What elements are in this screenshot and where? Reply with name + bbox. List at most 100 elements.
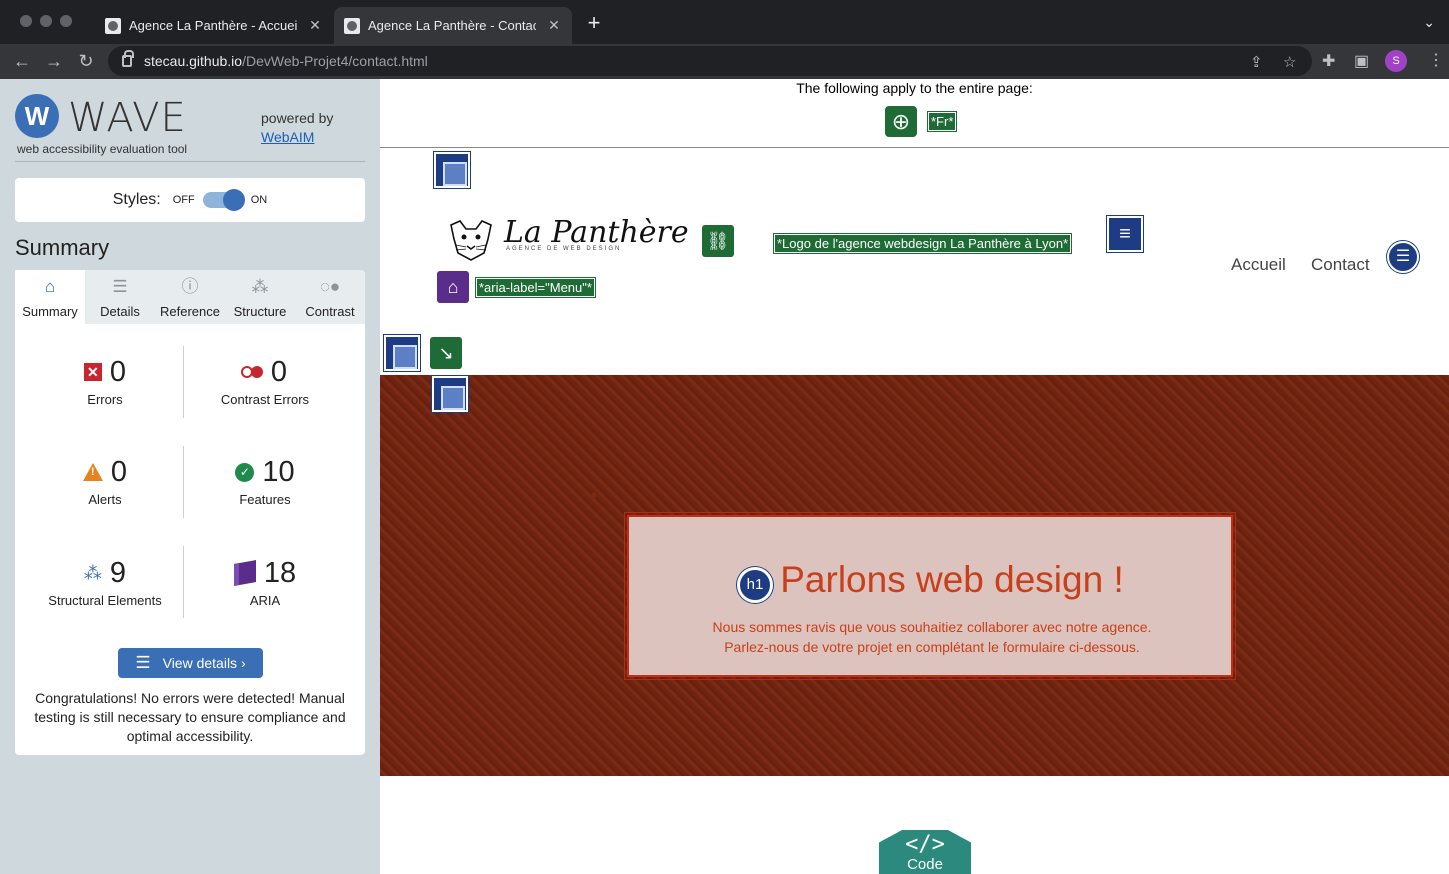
logo-text[interactable]: La Panthère — [504, 215, 689, 250]
stat-separator — [183, 546, 184, 618]
stats-grid: ✕ 0 Errors 0 Contrast Errors 0 Alerts ✓ 10… — [15, 324, 365, 624]
window-minimize-dot[interactable] — [40, 15, 52, 27]
browser-toolbar: ← → ↻ stecau.github.io/DevWeb-Projet4/co… — [0, 44, 1449, 79]
wave-sidebar: W WAVE web accessibility evaluation tool… — [0, 79, 380, 874]
error-icon: ✕ — [83, 363, 102, 381]
tab-label: Structure — [233, 304, 287, 319]
panther-favicon-icon — [344, 17, 360, 34]
new-tab-plus-icon[interactable]: + — [583, 12, 605, 34]
address-bar[interactable]: stecau.github.io/DevWeb-Projet4/contact.… — [108, 46, 1312, 76]
errors-count: 0 — [109, 355, 127, 388]
section-region-icon[interactable] — [432, 376, 468, 412]
sitemap-icon: ⁂ — [251, 277, 269, 296]
wave-logo-icon: W — [15, 94, 59, 138]
nav-link-contact[interactable]: Contact — [1311, 255, 1370, 275]
tab-structure[interactable]: ⁂ Structure — [225, 270, 295, 324]
wave-tabs: ⌂ Summary ☰ Details ⓘ Reference ⁂ Struct… — [15, 270, 365, 324]
webaim-link[interactable]: WebAIM — [261, 129, 314, 145]
wave-subtitle: web accessibility evaluation tool — [17, 142, 188, 156]
features-label: Features — [239, 492, 291, 507]
styles-label: Styles: — [112, 191, 161, 208]
powered-by-text: powered by — [261, 110, 334, 126]
reload-icon[interactable]: ↻ — [76, 51, 96, 71]
view-details-button[interactable]: ☰ View details › — [118, 648, 263, 678]
contrast-errors-label: Contrast Errors — [220, 392, 310, 407]
alerts-count: 0 — [110, 455, 128, 488]
errors-label: Errors — [87, 392, 123, 407]
tab-title: Agence La Panthère - Accueil — [129, 18, 297, 33]
profile-avatar[interactable]: S — [1385, 50, 1407, 72]
structural-label: Structural Elements — [48, 593, 162, 608]
styles-off-label: OFF — [172, 194, 195, 206]
main-region-icon[interactable] — [384, 335, 420, 371]
skip-link-target-icon[interactable]: ↘ — [430, 337, 462, 369]
panther-logo-icon — [450, 220, 492, 261]
stat-errors[interactable]: ✕ 0 Errors — [25, 354, 185, 407]
contrast-errors-count: 0 — [270, 355, 288, 388]
stat-alerts[interactable]: 0 Alerts — [25, 454, 185, 507]
list-icon: ☰ — [135, 653, 151, 672]
aria-label: ARIA — [249, 593, 281, 608]
panther-favicon-icon — [105, 17, 121, 34]
hero-card: h1 Parlons web design ! Nous sommes ravi… — [624, 512, 1236, 680]
view-details-label: View details › — [162, 655, 246, 671]
hero-description: Nous sommes ravis que vous souhaitiez co… — [629, 617, 1235, 657]
tab-label: Reference — [160, 304, 220, 319]
hero-line-1: Nous sommes ravis que vous souhaitiez co… — [712, 619, 1152, 635]
code-label: Code — [907, 856, 943, 873]
features-count: 10 — [262, 455, 295, 488]
window-close-dot[interactable] — [20, 15, 32, 27]
logo-alt-tag: *Logo de l'agence webdesign La Panthère … — [774, 234, 1072, 253]
aria-label-tag-icon[interactable]: ⌂ — [437, 271, 469, 303]
close-icon[interactable]: ✕ — [307, 17, 323, 34]
browser-tab-accueil[interactable]: Agence La Panthère - Accueil ✕ — [95, 7, 333, 44]
language-tag: *Fr* — [928, 112, 957, 131]
unordered-list-icon[interactable]: ☰ — [1387, 241, 1419, 273]
tab-details[interactable]: ☰ Details — [85, 270, 155, 324]
lock-icon[interactable] — [122, 50, 134, 67]
code-view-button[interactable]: </> Code — [879, 830, 971, 874]
sidebar-divider — [15, 161, 365, 162]
contrast-error-icon — [240, 366, 263, 378]
side-panel-icon[interactable]: ▣ — [1354, 51, 1369, 71]
forward-arrow-icon[interactable]: → — [44, 51, 64, 71]
styles-toggle[interactable] — [202, 189, 245, 211]
structural-count: 9 — [109, 556, 127, 589]
close-icon[interactable]: ✕ — [546, 17, 562, 34]
tab-search-chevron-icon[interactable]: ⌄ — [1423, 14, 1435, 31]
share-icon[interactable]: ⇪ — [1250, 53, 1263, 71]
linked-image-icon[interactable]: ⛓ — [702, 225, 734, 257]
language-globe-icon[interactable]: ⊕ — [885, 106, 917, 137]
extensions-puzzle-icon[interactable]: ✚ — [1322, 51, 1335, 71]
structure-tree-icon: ⁂ — [83, 562, 102, 583]
summary-panel: ⌂ Summary ☰ Details ⓘ Reference ⁂ Struct… — [15, 270, 365, 755]
nav-link-accueil[interactable]: Accueil — [1231, 255, 1286, 275]
url-host: stecau.github.io — [144, 53, 243, 69]
stat-aria[interactable]: 18 ARIA — [185, 555, 345, 608]
stat-features[interactable]: ✓ 10 Features — [185, 454, 345, 507]
powered-by: powered by WebAIM — [261, 109, 333, 147]
browser-tab-bar: Agence La Panthère - Accueil ✕ Agence La… — [0, 0, 1449, 44]
stat-contrast-errors[interactable]: 0 Contrast Errors — [185, 354, 345, 408]
tab-title: Agence La Panthère - Contact — [368, 18, 536, 33]
alert-icon — [82, 463, 103, 481]
home-icon: ⌂ — [44, 277, 56, 296]
tab-reference[interactable]: ⓘ Reference — [155, 270, 225, 324]
toggle-knob[interactable] — [222, 189, 245, 211]
window-zoom-dot[interactable] — [60, 15, 72, 27]
navigation-region-icon[interactable]: ≡ — [1107, 216, 1143, 252]
wave-title: WAVE — [68, 95, 187, 141]
tab-label: Contrast — [305, 304, 355, 319]
url-path: /DevWeb-Projet4/contact.html — [242, 53, 428, 69]
header-region-icon[interactable] — [434, 152, 470, 188]
tab-summary[interactable]: ⌂ Summary — [15, 270, 85, 324]
browser-tab-contact[interactable]: Agence La Panthère - Contact ✕ — [334, 7, 572, 44]
summary-heading: Summary — [15, 235, 110, 260]
stat-structural-elements[interactable]: ⁂ 9 Structural Elements — [25, 555, 185, 609]
menu-kebab-icon[interactable]: ⋮ — [1428, 50, 1444, 70]
bookmark-star-icon[interactable]: ☆ — [1283, 53, 1296, 71]
tab-contrast[interactable]: ◌● Contrast — [295, 270, 365, 324]
url-text[interactable]: stecau.github.io/DevWeb-Projet4/contact.… — [144, 53, 428, 69]
stat-separator — [183, 446, 184, 518]
back-arrow-icon[interactable]: ← — [12, 51, 32, 71]
